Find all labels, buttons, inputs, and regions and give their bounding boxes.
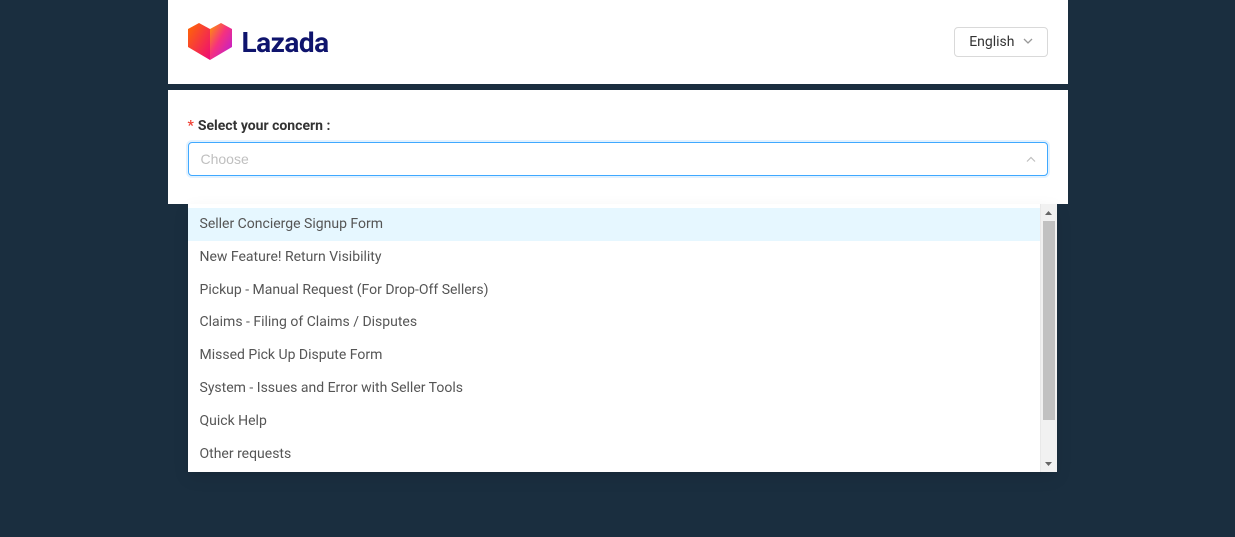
lazada-heart-icon: [188, 23, 232, 61]
brand-logo[interactable]: Lazada: [188, 23, 329, 61]
dropdown-option[interactable]: Other requests: [188, 438, 1040, 471]
dropdown-option[interactable]: Pickup - Manual Request (For Drop-Off Se…: [188, 274, 1040, 307]
dropdown-option[interactable]: System - Issues and Error with Seller To…: [188, 372, 1040, 405]
dropdown-option[interactable]: New Feature! Return Visibility: [188, 241, 1040, 274]
required-asterisk: *: [188, 118, 194, 134]
scroll-up-button[interactable]: [1041, 204, 1057, 221]
dropdown-option[interactable]: Claims - Filing of Claims / Disputes: [188, 306, 1040, 339]
scroll-track[interactable]: [1041, 221, 1057, 455]
form-card: *Select your concern : Seller Concierge …: [168, 90, 1068, 204]
concern-label-text: Select your concern :: [198, 118, 331, 134]
concern-input[interactable]: [188, 142, 1048, 176]
dropdown-scrollbar[interactable]: [1040, 204, 1057, 472]
concern-dropdown: Seller Concierge Signup Form New Feature…: [188, 204, 1057, 472]
dropdown-option[interactable]: Quick Help: [188, 405, 1040, 438]
dropdown-option[interactable]: Seller Concierge Signup Form: [188, 208, 1040, 241]
chevron-down-icon: [1023, 34, 1033, 50]
language-label: English: [969, 34, 1014, 50]
concern-select[interactable]: [188, 142, 1048, 176]
brand-name: Lazada: [242, 26, 329, 59]
scroll-down-button[interactable]: [1041, 455, 1057, 472]
dropdown-list: Seller Concierge Signup Form New Feature…: [188, 204, 1040, 472]
header-bar: Lazada English: [168, 0, 1068, 84]
language-selector[interactable]: English: [954, 27, 1047, 57]
dropdown-option[interactable]: Missed Pick Up Dispute Form: [188, 339, 1040, 372]
scroll-thumb[interactable]: [1043, 221, 1055, 420]
concern-field-label: *Select your concern :: [188, 118, 1048, 134]
